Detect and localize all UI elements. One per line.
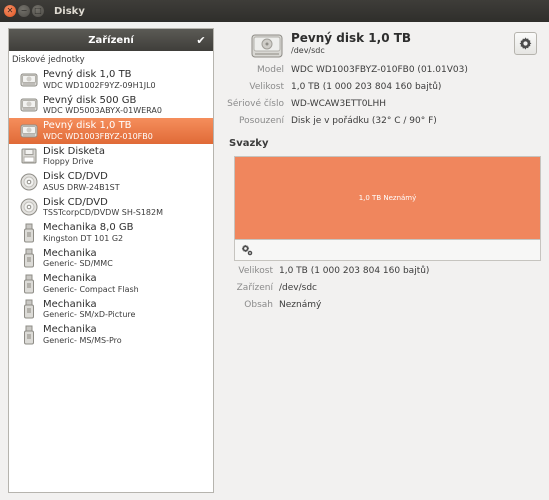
usb-drive-icon xyxy=(19,274,39,294)
drive-item-name: Pevný disk 1,0 TB xyxy=(43,69,132,81)
size-value: 1,0 TB (1 000 203 804 160 bajtů) xyxy=(291,82,442,92)
volume-size-label: Velikost xyxy=(238,266,273,276)
drive-item-name: Mechanika xyxy=(43,247,97,259)
sidebar-header: Zařízení ✔ xyxy=(9,29,213,51)
gear-icon xyxy=(519,37,532,50)
drive-item-text: Mechanika Generic- SD/MMC xyxy=(43,248,113,269)
drive-item-name: Pevný disk 1,0 TB xyxy=(43,120,132,132)
drive-item-name: Mechanika 8,0 GB xyxy=(43,222,134,234)
volume-device-label: Zařízení xyxy=(236,283,273,293)
sidebar-item-drive[interactable]: Mechanika Generic- Compact Flash xyxy=(9,271,213,297)
drive-item-model: Generic- SM/xD-Picture xyxy=(43,310,136,320)
assessment-value: Disk je v pořádku (32° C / 90° F) xyxy=(291,116,437,126)
hdd-large-icon xyxy=(251,32,283,60)
sidebar-item-drive[interactable]: Pevný disk 1,0 TB WDC WD1002F9YZ-09H1JL0 xyxy=(9,67,213,93)
maximize-icon[interactable]: □ xyxy=(32,5,44,17)
drive-item-text: Mechanika Generic- MS/MS-Pro xyxy=(43,324,122,345)
drive-item-model: ASUS DRW-24B1ST xyxy=(43,182,120,192)
drive-item-text: Mechanika 8,0 GB Kingston DT 101 G2 xyxy=(43,222,133,243)
volume-device-value: /dev/sdc xyxy=(279,283,317,293)
drive-item-model: WDC WD1002F9YZ-09H1JL0 xyxy=(43,80,156,90)
drive-item-name: Disk Disketa xyxy=(43,145,105,157)
usb-drive-icon xyxy=(19,248,39,268)
sidebar-item-drive[interactable]: Disk Disketa Floppy Drive xyxy=(9,144,213,170)
sidebar-item-drive[interactable]: Pevný disk 1,0 TB WDC WD1003FBYZ-010FB0 xyxy=(9,118,213,144)
drive-item-model: Generic- MS/MS-Pro xyxy=(43,335,122,345)
drive-item-text: Disk CD/DVD TSSTcorpCD/DVDW SH-S182M xyxy=(43,197,163,218)
drive-item-model: Generic- SD/MMC xyxy=(43,259,113,269)
usb-drive-icon xyxy=(19,325,39,345)
volume-toolbar xyxy=(235,239,540,260)
drive-item-text: Disk CD/DVD ASUS DRW-24B1ST xyxy=(43,171,120,192)
model-label: Model xyxy=(256,65,284,75)
serial-value: WD-WCAW3ETT0LHH xyxy=(291,99,386,109)
assessment-label: Posouzení xyxy=(239,116,284,126)
size-label: Velikost xyxy=(249,82,284,92)
model-value: WDC WD1003FBYZ-010FB0 (01.01V03) xyxy=(291,65,468,75)
sidebar-item-drive[interactable]: Pevný disk 500 GB WDC WD5003ABYX-01WERA0 xyxy=(9,93,213,119)
volume-contents-label: Obsah xyxy=(244,300,273,310)
checkmark-icon[interactable]: ✔ xyxy=(193,32,209,48)
drive-item-text: Pevný disk 500 GB WDC WD5003ABYX-01WERA0 xyxy=(43,95,162,116)
usb-drive-icon xyxy=(19,299,39,319)
drive-item-text: Disk Disketa Floppy Drive xyxy=(43,146,105,167)
drive-item-model: Floppy Drive xyxy=(43,157,94,167)
partition-settings-button[interactable] xyxy=(240,243,254,257)
close-icon[interactable]: ✕ xyxy=(4,5,16,17)
drive-device-path: /dev/sdc xyxy=(291,46,325,55)
drive-item-name: Disk CD/DVD xyxy=(43,171,108,183)
optical-disc-icon xyxy=(19,197,39,217)
drive-item-name: Mechanika xyxy=(43,324,97,336)
drive-item-model: Generic- Compact Flash xyxy=(43,284,139,294)
section-label-disk-drives: Diskové jednotky xyxy=(12,55,85,65)
floppy-icon xyxy=(19,146,39,166)
volume-contents-value: Neznámý xyxy=(279,300,322,310)
sidebar-header-label: Zařízení xyxy=(88,34,134,46)
hdd-icon xyxy=(19,121,39,141)
drive-title: Pevný disk 1,0 TB xyxy=(291,31,412,45)
hdd-icon xyxy=(19,95,39,115)
optical-disc-icon xyxy=(19,172,39,192)
hdd-icon xyxy=(19,70,39,90)
window-controls: ✕ − □ xyxy=(4,5,44,17)
partition-block[interactable]: 1,0 TB Neznámý xyxy=(235,157,540,239)
minimize-icon[interactable]: − xyxy=(18,5,30,17)
drive-item-model: Kingston DT 101 G2 xyxy=(43,233,124,243)
sidebar-item-drive[interactable]: Disk CD/DVD ASUS DRW-24B1ST xyxy=(9,169,213,195)
serial-label: Sériové číslo xyxy=(227,99,284,109)
volume-size-value: 1,0 TB (1 000 203 804 160 bajtů) xyxy=(279,266,430,276)
drive-item-name: Mechanika xyxy=(43,298,97,310)
drive-item-name: Mechanika xyxy=(43,273,97,285)
drive-item-model: WDC WD5003ABYX-01WERA0 xyxy=(43,106,162,116)
drive-item-text: Mechanika Generic- SM/xD-Picture xyxy=(43,299,135,320)
partition-label: 1,0 TB Neznámý xyxy=(358,194,417,202)
drive-item-name: Pevný disk 500 GB xyxy=(43,94,137,106)
sidebar-item-drive[interactable]: Mechanika Generic- MS/MS-Pro xyxy=(9,322,213,348)
sidebar-item-drive[interactable]: Mechanika 8,0 GB Kingston DT 101 G2 xyxy=(9,220,213,246)
window-title: Disky xyxy=(54,5,85,17)
volumes-heading: Svazky xyxy=(229,138,269,149)
drive-item-name: Disk CD/DVD xyxy=(43,196,108,208)
usb-drive-icon xyxy=(19,223,39,243)
sidebar-item-drive[interactable]: Mechanika Generic- SM/xD-Picture xyxy=(9,297,213,323)
window-titlebar: ✕ − □ Disky xyxy=(0,0,549,22)
sidebar-item-drive[interactable]: Disk CD/DVD TSSTcorpCD/DVDW SH-S182M xyxy=(9,195,213,221)
gears-icon xyxy=(241,244,253,256)
drive-settings-button[interactable] xyxy=(514,32,537,55)
device-sidebar: Zařízení ✔ Diskové jednotky Pevný disk 1… xyxy=(8,28,214,493)
drive-item-model: WDC WD1003FBYZ-010FB0 xyxy=(43,131,153,141)
drive-item-text: Pevný disk 1,0 TB WDC WD1003FBYZ-010FB0 xyxy=(43,120,153,141)
volume-map: 1,0 TB Neznámý xyxy=(234,156,541,261)
drive-item-text: Pevný disk 1,0 TB WDC WD1002F9YZ-09H1JL0 xyxy=(43,69,156,90)
drive-item-model: TSSTcorpCD/DVDW SH-S182M xyxy=(43,208,164,218)
sidebar-item-drive[interactable]: Mechanika Generic- SD/MMC xyxy=(9,246,213,272)
drive-list: Pevný disk 1,0 TB WDC WD1002F9YZ-09H1JL0 P… xyxy=(9,67,213,348)
drive-item-text: Mechanika Generic- Compact Flash xyxy=(43,273,139,294)
